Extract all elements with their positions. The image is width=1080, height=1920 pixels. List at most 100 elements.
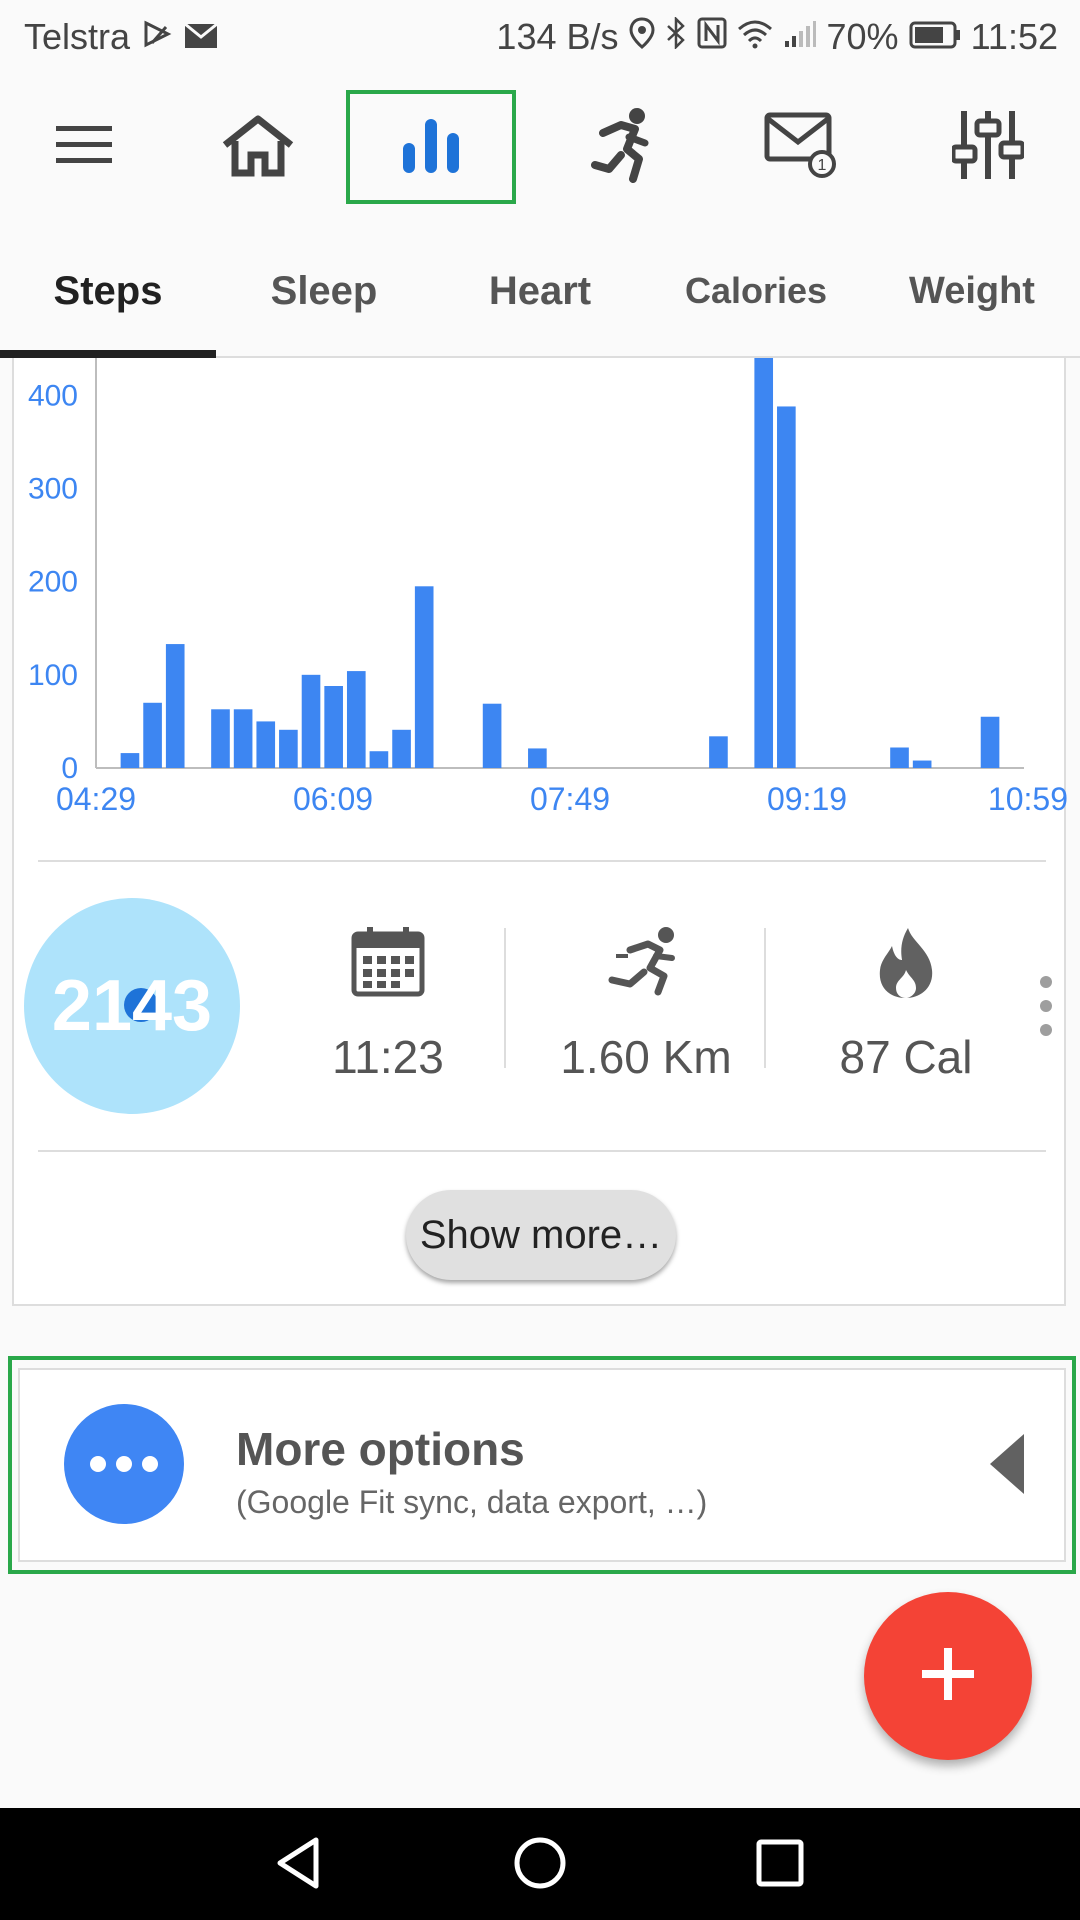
x-tick-label: 10:59 bbox=[988, 781, 1068, 817]
divider bbox=[38, 860, 1046, 862]
calendar-icon bbox=[268, 926, 508, 1010]
steps-bar bbox=[211, 709, 230, 768]
steps-bar bbox=[754, 357, 774, 768]
sprint-icon bbox=[526, 926, 766, 1010]
more-options-subtitle: (Google Fit sync, data export, …) bbox=[236, 1484, 708, 1520]
menu-button[interactable] bbox=[4, 94, 164, 200]
back-button[interactable] bbox=[258, 1830, 338, 1900]
play-store-notification-icon bbox=[142, 16, 172, 58]
y-tick-label: 400 bbox=[28, 379, 78, 412]
bar-chart-icon bbox=[401, 115, 461, 180]
tab-label: Heart bbox=[488, 268, 592, 313]
tab-label: Sleep bbox=[270, 268, 378, 313]
divider bbox=[38, 1150, 1046, 1152]
stat-distance: 1.60 Km bbox=[526, 918, 766, 1098]
steps-bar bbox=[890, 747, 909, 768]
steps-bar bbox=[346, 671, 366, 768]
steps-bar bbox=[912, 760, 932, 768]
steps-bar bbox=[301, 674, 321, 768]
show-more-button[interactable]: Show more… bbox=[406, 1190, 676, 1280]
y-tick-label: 300 bbox=[28, 472, 78, 505]
y-tick-label: 200 bbox=[28, 566, 78, 599]
activity-button[interactable] bbox=[544, 94, 704, 200]
steps-bar bbox=[414, 586, 434, 768]
steps-bar bbox=[482, 703, 502, 768]
recents-button[interactable] bbox=[740, 1830, 820, 1900]
steps-card: 0 100 200 300 400 04:29 06:09 07:49 09:19 10:59 2… bbox=[12, 357, 1068, 1306]
y-tick-label: 100 bbox=[28, 659, 78, 692]
carrier-label: Telstra bbox=[24, 16, 131, 57]
tab-steps[interactable]: Steps bbox=[0, 226, 216, 356]
steps-bar bbox=[279, 729, 298, 768]
statistics-button[interactable] bbox=[346, 90, 516, 204]
steps-bar-chart: 010020030040004:29 06:09 07:49 09:19 10:59 bbox=[28, 357, 1068, 817]
tab-bar: Steps Sleep Heart Calories Weight bbox=[0, 226, 1080, 358]
steps-bar bbox=[369, 751, 389, 768]
steps-bar bbox=[777, 406, 796, 768]
steps-bar bbox=[709, 736, 728, 768]
steps-bar bbox=[256, 721, 276, 768]
tab-heart[interactable]: Heart bbox=[432, 226, 648, 356]
tab-label: Weight bbox=[909, 269, 1035, 312]
signal-icon bbox=[783, 16, 817, 58]
network-speed: 134 B/s bbox=[496, 16, 619, 57]
mail-settings-button[interactable]: 1 bbox=[722, 94, 882, 200]
expand-arrow-icon[interactable] bbox=[990, 1434, 1024, 1494]
steps-bar bbox=[980, 716, 1000, 768]
stat-separator bbox=[764, 928, 766, 1068]
calories-value: 87 Cal bbox=[839, 1031, 973, 1083]
steps-goal-circle[interactable]: 2143 bbox=[24, 898, 240, 1114]
stats-row: 2143 11:23 1.60 Km 87 Cal bbox=[14, 898, 1068, 1138]
battery-percent: 70% bbox=[826, 16, 899, 57]
steps-count: 2143 bbox=[51, 966, 213, 1046]
x-tick-label: 09:19 bbox=[767, 781, 847, 817]
tab-indicator bbox=[0, 350, 216, 358]
sliders-icon bbox=[950, 109, 1026, 186]
steps-bar bbox=[120, 753, 140, 768]
flame-icon bbox=[786, 926, 1026, 1010]
tab-label: Steps bbox=[53, 268, 163, 313]
steps-bar bbox=[392, 729, 411, 768]
wifi-icon bbox=[737, 16, 773, 58]
top-toolbar: 1 bbox=[0, 76, 1080, 226]
more-options-title: More options bbox=[236, 1423, 525, 1475]
steps-bar bbox=[324, 686, 343, 768]
settings-button[interactable] bbox=[908, 94, 1068, 200]
x-tick-label: 04:29 bbox=[56, 781, 136, 817]
back-triangle-icon bbox=[274, 1836, 322, 1895]
more-options-card[interactable]: More options (Google Fit sync, data expo… bbox=[18, 1368, 1066, 1562]
svg-text:1: 1 bbox=[818, 157, 827, 174]
tab-weight[interactable]: Weight bbox=[864, 226, 1080, 356]
mail-notification-icon bbox=[184, 16, 218, 58]
active-time-value: 11:23 bbox=[332, 1031, 444, 1083]
more-horizontal-icon bbox=[64, 1404, 184, 1524]
recents-square-icon bbox=[755, 1838, 805, 1893]
stat-time: 11:23 bbox=[268, 918, 508, 1098]
stat-calories: 87 Cal bbox=[786, 918, 1026, 1098]
mail-settings-icon: 1 bbox=[764, 112, 840, 183]
tab-label: Calories bbox=[684, 270, 828, 311]
home-nav-button[interactable] bbox=[500, 1830, 580, 1900]
status-bar: Telstra 134 B/s 70% 11:52 bbox=[0, 0, 1080, 76]
system-nav-bar bbox=[0, 1808, 1080, 1920]
home-button[interactable] bbox=[178, 94, 338, 200]
steps-bar bbox=[143, 702, 162, 768]
steps-chart[interactable]: 0 100 200 300 400 04:29 06:09 07:49 09:19 10:59 bbox=[14, 357, 1068, 828]
distance-value: 1.60 Km bbox=[560, 1031, 732, 1083]
location-icon bbox=[629, 16, 655, 58]
stat-separator bbox=[504, 928, 506, 1068]
menu-icon bbox=[54, 122, 114, 173]
x-tick-label: 06:09 bbox=[293, 781, 373, 817]
clock: 11:52 bbox=[970, 16, 1058, 57]
battery-icon bbox=[909, 16, 961, 58]
plus-icon bbox=[918, 1644, 978, 1709]
add-fab-button[interactable] bbox=[864, 1592, 1032, 1760]
more-vert-icon[interactable] bbox=[1034, 976, 1058, 1036]
nfc-icon bbox=[697, 16, 727, 58]
tab-calories[interactable]: Calories bbox=[648, 226, 864, 356]
more-options-highlight: More options (Google Fit sync, data expo… bbox=[8, 1356, 1076, 1574]
tab-sleep[interactable]: Sleep bbox=[216, 226, 432, 356]
steps-bar bbox=[528, 748, 547, 768]
bluetooth-icon bbox=[665, 15, 687, 58]
steps-bar bbox=[233, 709, 253, 768]
